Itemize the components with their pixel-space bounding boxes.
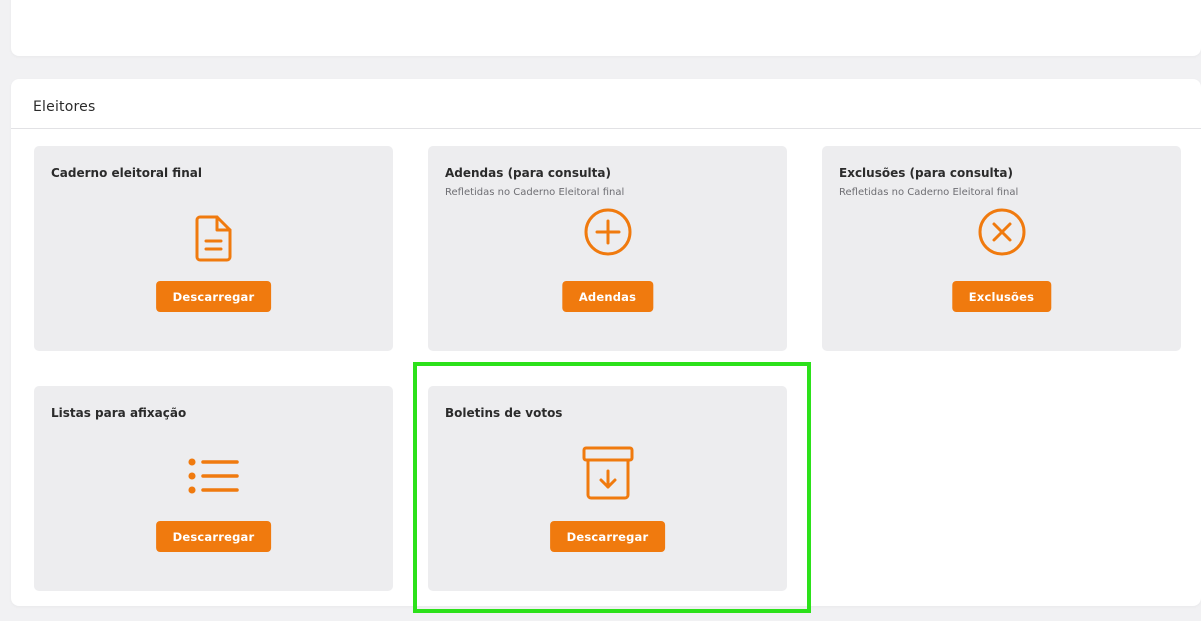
tile-listas-afixacao: Listas para afixação Descarregar (34, 386, 393, 591)
highlight-box (413, 362, 811, 613)
tile-adendas: Adendas (para consulta) Refletidas no Ca… (428, 146, 787, 351)
tile-title: Exclusões (para consulta) (839, 166, 1013, 180)
download-button[interactable]: Descarregar (155, 281, 272, 312)
tile-exclusoes: Exclusões (para consulta) Refletidas no … (822, 146, 1181, 351)
top-card (11, 0, 1201, 56)
tile-title: Listas para afixação (51, 406, 187, 420)
download-button[interactable]: Descarregar (155, 521, 272, 552)
plus-circle-icon (580, 204, 636, 260)
tile-caderno-eleitoral: Caderno eleitoral final Descarregar (34, 146, 393, 351)
adendas-button[interactable]: Adendas (561, 281, 654, 312)
list-icon (186, 448, 242, 504)
tile-subtitle: Refletidas no Caderno Eleitoral final (445, 187, 625, 198)
document-icon (186, 210, 242, 266)
tile-title: Adendas (para consulta) (445, 166, 611, 180)
tile-title: Caderno eleitoral final (51, 166, 202, 180)
tile-subtitle: Refletidas no Caderno Eleitoral final (839, 187, 1019, 198)
x-circle-icon (974, 204, 1030, 260)
section-divider (11, 128, 1201, 129)
exclusoes-button[interactable]: Exclusões (951, 281, 1052, 312)
section-title: Eleitores (33, 99, 96, 115)
